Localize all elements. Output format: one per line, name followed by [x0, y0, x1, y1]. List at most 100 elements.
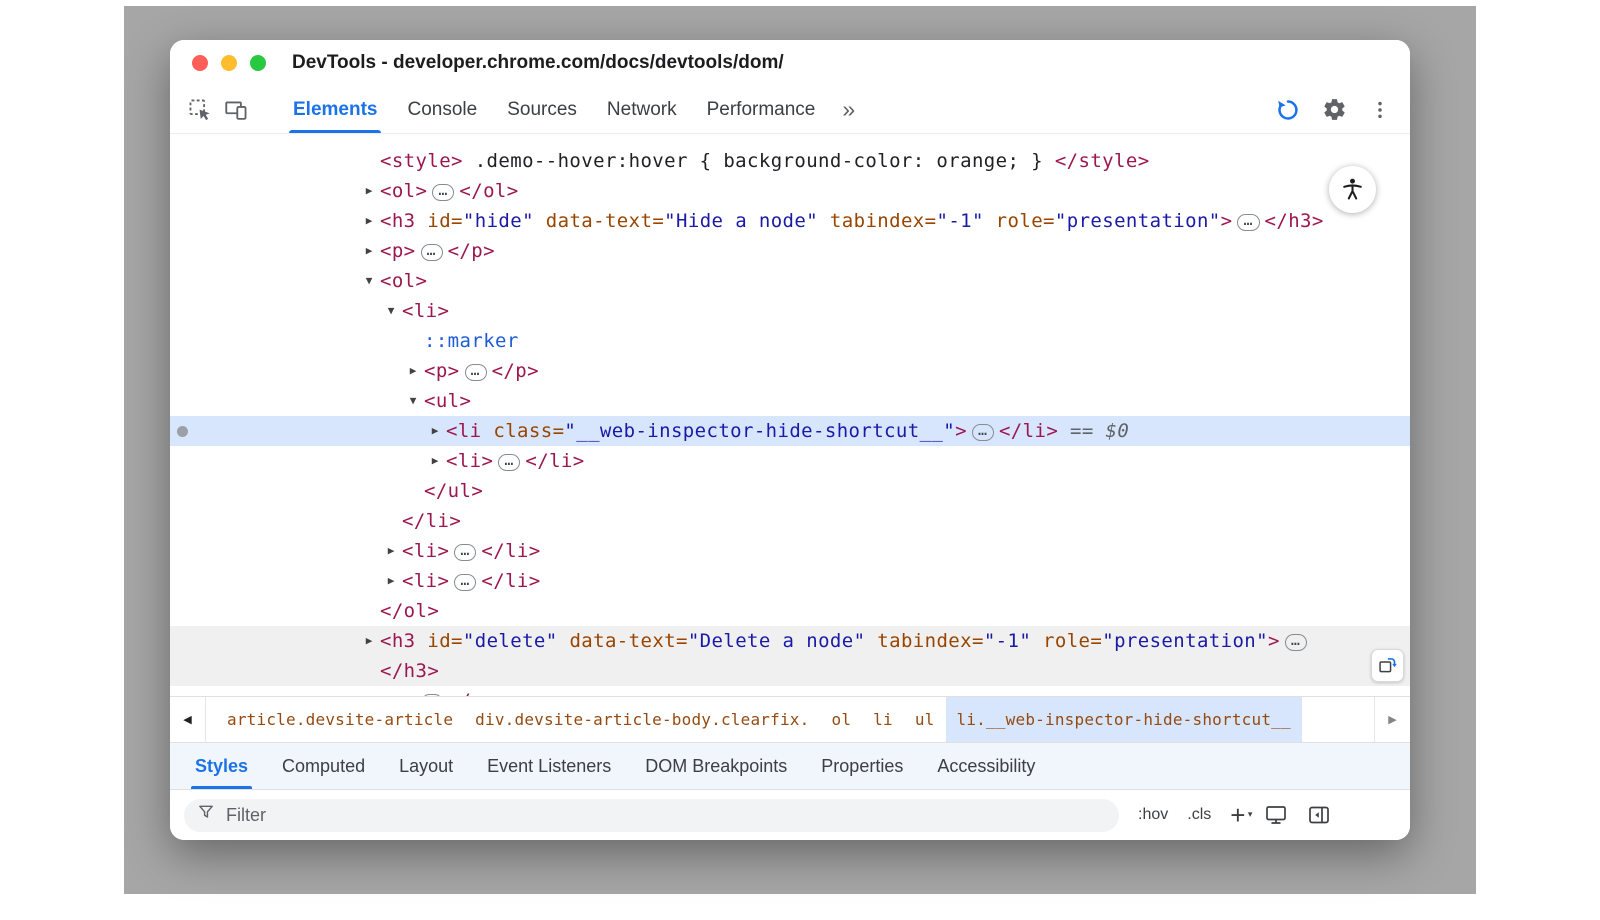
- collapsed-content-button[interactable]: …: [432, 184, 454, 201]
- collapsed-content-button[interactable]: …: [1285, 634, 1307, 651]
- tab-network[interactable]: Network: [592, 86, 692, 133]
- disclosure-right-icon[interactable]: ▶: [361, 626, 377, 656]
- more-options-kebab-icon[interactable]: [1362, 99, 1398, 121]
- code-token-plain: .demo--hover:hover { background-color: o…: [463, 150, 1055, 172]
- code-token-tag: >: [1221, 210, 1233, 232]
- code-token-tag: </p>: [448, 240, 495, 262]
- refresh-element-button[interactable]: [1371, 649, 1404, 682]
- dom-tree-row[interactable]: <style> .demo--hover:hover { background-…: [170, 146, 1410, 176]
- collapsed-content-button[interactable]: …: [465, 364, 487, 381]
- disclosure-down-icon[interactable]: ▼: [361, 266, 377, 296]
- breadcrumb-scroll-left-icon[interactable]: ◀: [170, 697, 206, 742]
- dom-tree-row[interactable]: ▶<h3 id="hide" data-text="Hide a node" t…: [170, 206, 1410, 236]
- collapsed-content-button[interactable]: …: [454, 574, 476, 591]
- sidebar-tab-event-listeners[interactable]: Event Listeners: [470, 743, 628, 789]
- code-token-tag: <p>: [424, 360, 460, 382]
- code-token-hint: == $0: [1058, 420, 1129, 442]
- rendering-emulations-button[interactable]: [1264, 803, 1288, 827]
- code-token-tag: </li>: [525, 450, 584, 472]
- disclosure-right-icon[interactable]: ▶: [427, 416, 443, 446]
- sidebar-tab-properties[interactable]: Properties: [804, 743, 920, 789]
- code-token-tag: </h3>: [1265, 210, 1324, 232]
- code-token-value: "Delete a node": [688, 630, 866, 652]
- computed-sidebar-toggle-button[interactable]: [1307, 803, 1331, 827]
- disclosure-right-icon[interactable]: ▶: [361, 686, 377, 696]
- breadcrumb-scroll-right-icon[interactable]: ▶: [1374, 697, 1410, 742]
- disclosure-right-icon[interactable]: ▶: [405, 356, 421, 386]
- dom-tree-row[interactable]: ▶<li>…</li>: [170, 446, 1410, 476]
- dom-tree-row[interactable]: </li>: [170, 506, 1410, 536]
- dom-tree-row[interactable]: ▼<ol>: [170, 266, 1410, 296]
- selected-node-dot: [177, 426, 188, 437]
- breadcrumb-item[interactable]: li.__web-inspector-hide-shortcut__: [946, 697, 1302, 742]
- dom-tree-row[interactable]: ▶<h3 id="delete" data-text="Delete a nod…: [170, 626, 1410, 656]
- code-token-value: "-1": [984, 630, 1031, 652]
- breadcrumb-item[interactable]: div.devsite-article-body.clearfix.: [464, 697, 820, 742]
- inspect-element-icon[interactable]: [182, 86, 218, 133]
- dom-tree-row[interactable]: ::marker: [170, 326, 1410, 356]
- dom-tree-row[interactable]: ▶<p>…</p>: [170, 686, 1410, 696]
- disclosure-right-icon[interactable]: ▶: [361, 206, 377, 236]
- close-window-button[interactable]: [192, 55, 208, 71]
- toggle-element-state-button[interactable]: :hov: [1138, 806, 1168, 824]
- sidebar-tab-styles[interactable]: Styles: [178, 743, 265, 789]
- dom-tree-row[interactable]: ▶<ol>…</ol>: [170, 176, 1410, 206]
- code-token-tag: <p>: [380, 690, 416, 696]
- dom-tree-row[interactable]: </h3>: [170, 656, 1410, 686]
- dom-tree-row[interactable]: ▼<ul>: [170, 386, 1410, 416]
- disclosure-right-icon[interactable]: ▶: [383, 536, 399, 566]
- settings-gear-icon[interactable]: [1316, 97, 1352, 122]
- breadcrumb-item[interactable]: ul: [904, 697, 946, 742]
- disclosure-right-icon[interactable]: ▶: [361, 176, 377, 206]
- dom-tree-row[interactable]: ▶<li>…</li>: [170, 566, 1410, 596]
- device-toolbar-icon[interactable]: [218, 86, 254, 133]
- sidebar-tab-dom-breakpoints[interactable]: DOM Breakpoints: [628, 743, 804, 789]
- tab-sources[interactable]: Sources: [492, 86, 592, 133]
- code-token-tag: <ol>: [380, 180, 427, 202]
- new-style-rule-button[interactable]: +: [1230, 805, 1245, 825]
- sync-refresh-icon[interactable]: [1270, 97, 1306, 123]
- minimize-window-button[interactable]: [221, 55, 237, 71]
- breadcrumb-item[interactable]: ol: [820, 697, 862, 742]
- breadcrumb-item[interactable]: li: [862, 697, 904, 742]
- disclosure-right-icon[interactable]: ▶: [361, 236, 377, 266]
- breadcrumb-item[interactable]: article.devsite-article: [216, 697, 464, 742]
- dom-tree-row[interactable]: </ol>: [170, 596, 1410, 626]
- dom-tree-row[interactable]: </ul>: [170, 476, 1410, 506]
- collapsed-content-button[interactable]: …: [421, 244, 443, 261]
- code-token-attr: data-text=: [558, 630, 688, 652]
- sidebar-tab-layout[interactable]: Layout: [382, 743, 470, 789]
- code-token-attr: tabindex=: [865, 630, 983, 652]
- code-token-attr: class=: [482, 420, 565, 442]
- disclosure-down-icon[interactable]: ▼: [383, 296, 399, 326]
- code-token-tag: <ul>: [424, 390, 471, 412]
- accessibility-overlay-button[interactable]: [1329, 166, 1376, 213]
- disclosure-down-icon[interactable]: ▼: [405, 386, 421, 416]
- tab-console[interactable]: Console: [392, 86, 492, 133]
- breadcrumb-bar: ◀ article.devsite-articlediv.devsite-art…: [170, 696, 1410, 742]
- code-token-tag: </li>: [999, 420, 1058, 442]
- tab-performance[interactable]: Performance: [692, 86, 831, 133]
- tab-elements[interactable]: Elements: [278, 86, 392, 133]
- collapsed-content-button[interactable]: …: [972, 424, 994, 441]
- breadcrumb-items: article.devsite-articlediv.devsite-artic…: [206, 697, 1374, 742]
- code-token-value: "presentation": [1102, 630, 1268, 652]
- element-classes-button[interactable]: .cls: [1187, 806, 1211, 824]
- collapsed-content-button[interactable]: …: [498, 454, 520, 471]
- disclosure-right-icon[interactable]: ▶: [427, 446, 443, 476]
- dom-tree-row[interactable]: ▶<li class="__web-inspector-hide-shortcu…: [170, 416, 1410, 446]
- collapsed-content-button[interactable]: …: [1237, 214, 1259, 231]
- zoom-window-button[interactable]: [250, 55, 266, 71]
- disclosure-right-icon[interactable]: ▶: [383, 566, 399, 596]
- dom-tree: <style> .demo--hover:hover { background-…: [170, 134, 1410, 696]
- collapsed-content-button[interactable]: …: [421, 694, 443, 696]
- style-filter-input[interactable]: Filter: [184, 799, 1119, 832]
- dom-tree-row[interactable]: ▶<li>…</li>: [170, 536, 1410, 566]
- dom-tree-row[interactable]: ▶<p>…</p>: [170, 236, 1410, 266]
- more-tabs-chevron-icon[interactable]: »: [830, 86, 867, 133]
- sidebar-tab-computed[interactable]: Computed: [265, 743, 382, 789]
- collapsed-content-button[interactable]: …: [454, 544, 476, 561]
- dom-tree-row[interactable]: ▼<li>: [170, 296, 1410, 326]
- dom-tree-row[interactable]: ▶<p>…</p>: [170, 356, 1410, 386]
- sidebar-tab-accessibility[interactable]: Accessibility: [920, 743, 1052, 789]
